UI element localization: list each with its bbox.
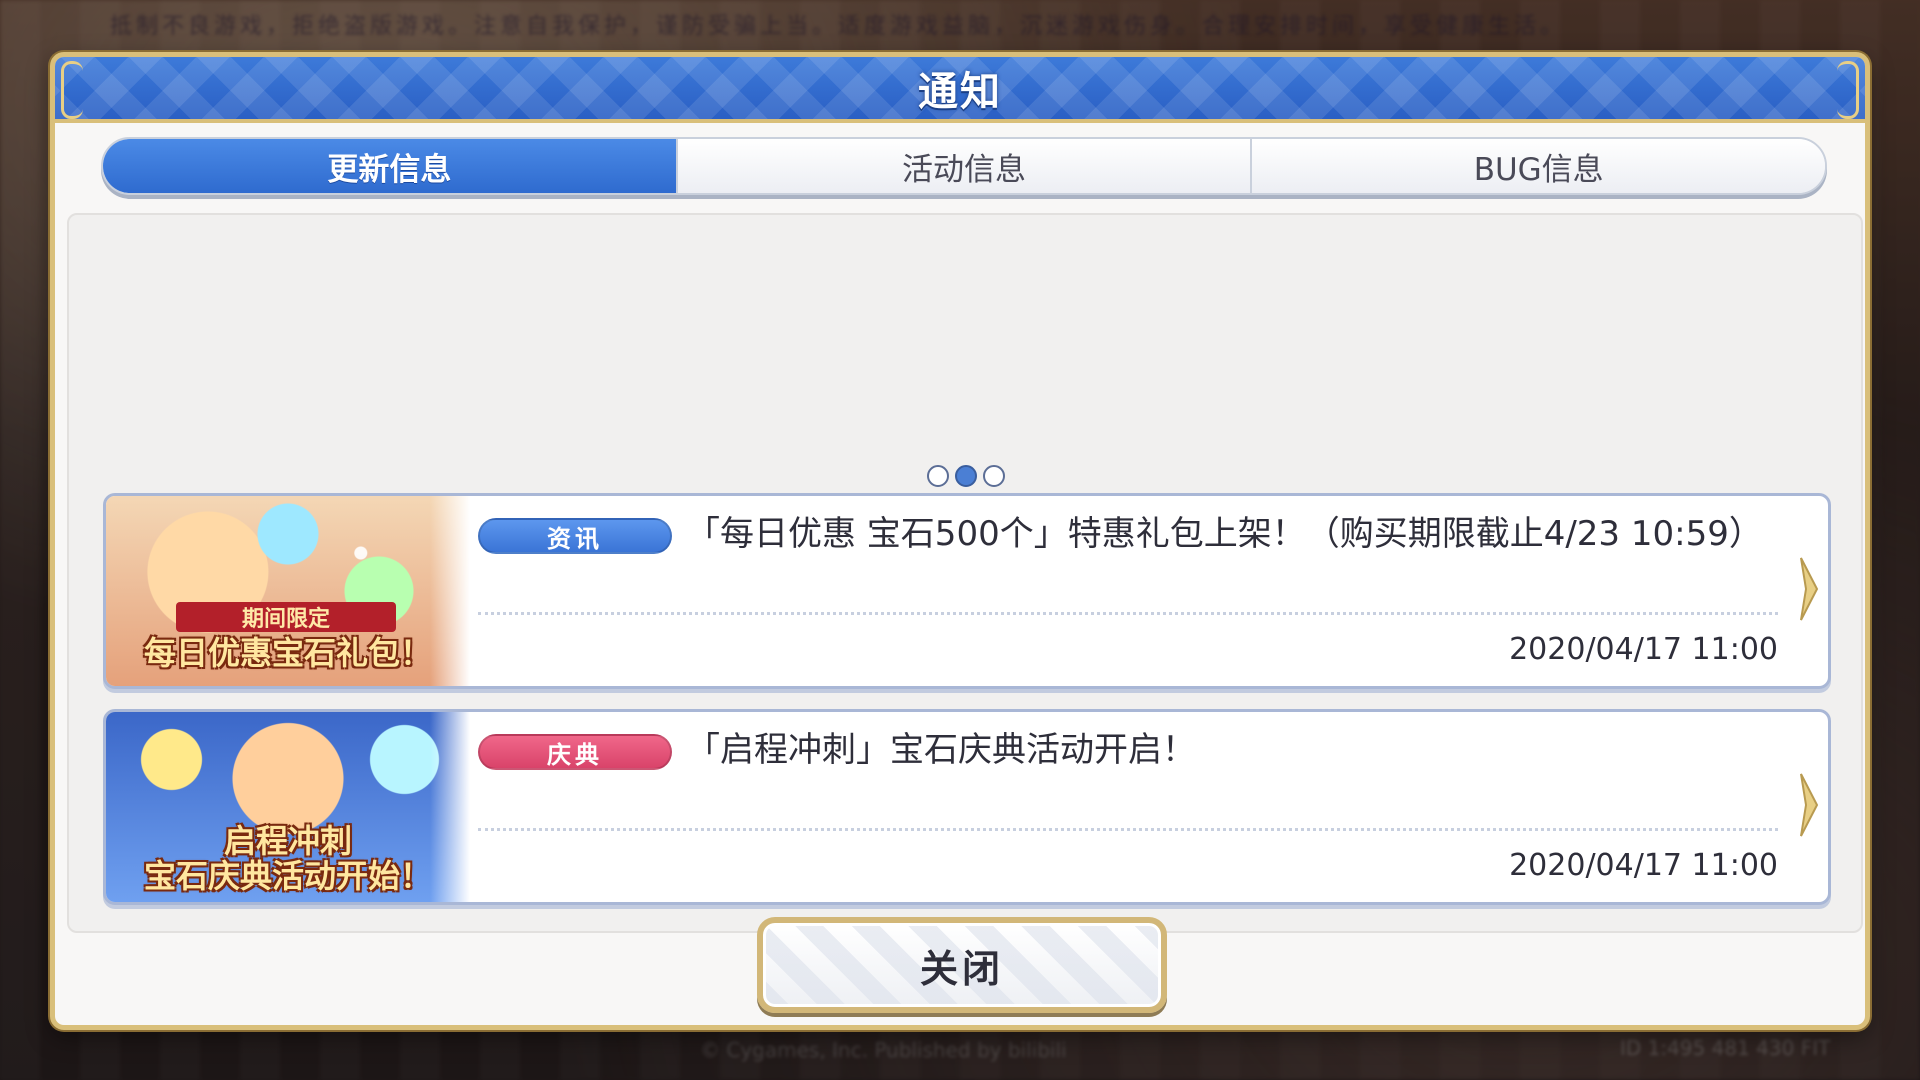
news-item[interactable]: 期间限定 每日优惠宝石礼包！ 资讯 「每日优惠 宝石500个」特惠礼包上架！（购… <box>103 493 1831 689</box>
page-dot-icon[interactable] <box>983 465 1005 487</box>
notice-content: 期间限定 每日优惠宝石礼包！ 资讯 「每日优惠 宝石500个」特惠礼包上架！（购… <box>67 213 1863 933</box>
news-thumbnail: 期间限定 每日优惠宝石礼包！ <box>106 496 470 686</box>
thumbnail-caption: 启程冲刺 宝石庆典活动开始！ <box>143 822 432 896</box>
tab-event-info[interactable]: 活动信息 <box>675 139 1251 193</box>
notice-dialog: 通知 更新信息 活动信息 BUG信息 期间限定 每日优惠宝石礼包！ 资讯 「每日… <box>50 52 1870 1030</box>
close-button-label: 关闭 <box>919 946 1004 991</box>
corner-ornament-icon <box>61 61 83 119</box>
page-dot-icon[interactable] <box>927 465 949 487</box>
news-date: 2020/04/17 11:00 <box>1509 632 1778 667</box>
news-item[interactable]: 启程冲刺 宝石庆典活动开始！ 庆典 「启程冲刺」宝石庆典活动开启！ 2020/0… <box>103 709 1831 905</box>
dialog-title-bar: 通知 <box>55 57 1865 123</box>
news-thumbnail: 启程冲刺 宝石庆典活动开始！ <box>106 712 470 902</box>
close-button[interactable]: 关闭 <box>757 917 1167 1013</box>
news-title: 「启程冲刺」宝石庆典活动开启！ <box>686 730 1196 770</box>
dialog-title: 通知 <box>918 69 1002 115</box>
category-badge: 庆典 <box>478 734 672 770</box>
dotted-divider <box>478 612 1778 615</box>
thumbnail-caption: 每日优惠宝石礼包！ <box>143 634 432 672</box>
tab-update-info[interactable]: 更新信息 <box>103 139 676 193</box>
thumbnail-ribbon: 期间限定 <box>176 602 396 632</box>
banner-pager <box>927 465 1005 487</box>
corner-ornament-icon <box>1837 61 1859 119</box>
page-dot-icon[interactable] <box>955 465 977 487</box>
notice-tabs: 更新信息 活动信息 BUG信息 <box>101 137 1827 195</box>
chevron-right-icon <box>1800 773 1819 837</box>
news-date: 2020/04/17 11:00 <box>1509 848 1778 883</box>
dotted-divider <box>478 828 1778 831</box>
chevron-right-icon <box>1800 557 1819 621</box>
tab-bug-info[interactable]: BUG信息 <box>1250 139 1825 193</box>
category-badge: 资讯 <box>478 518 672 554</box>
news-title: 「每日优惠 宝石500个」特惠礼包上架！（购买期限截止4/23 10:59） <box>686 514 1763 554</box>
